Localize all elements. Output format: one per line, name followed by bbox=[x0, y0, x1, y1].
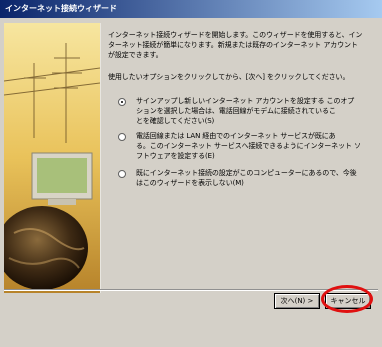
option-existing-service-radio[interactable] bbox=[118, 133, 126, 141]
option-already-configured-line-2[interactable]: はこのウィザードを表示しない(M) bbox=[136, 178, 244, 188]
cancel-highlight-ellipse bbox=[321, 285, 373, 313]
option-existing-service-line-3[interactable]: フトウェアを設定する(E) bbox=[136, 151, 215, 161]
option-signup-line-3[interactable]: とを確認してください(S) bbox=[136, 116, 214, 126]
option-existing-service-line-1[interactable]: 電話回線または LAN 経由でのインターネット サービスが既にあ bbox=[136, 131, 336, 141]
wizard-window: インターネット接続ウィザード インターネット接続ウィザードを開始します。このウィ… bbox=[0, 0, 382, 347]
option-already-configured-radio[interactable] bbox=[118, 170, 126, 178]
instruction-text: 使用したいオプションをクリックしてから、[次へ] をクリックしてください。 bbox=[108, 73, 350, 81]
title-bar[interactable]: インターネット接続ウィザード bbox=[0, 0, 382, 18]
intro-line-3: が設定できます。 bbox=[108, 51, 163, 59]
wizard-illustration bbox=[4, 23, 101, 293]
intro-line-1: インターネット接続ウィザードを開始します。このウィザードを使用すると、イン bbox=[108, 31, 363, 39]
intro-line-2: ターネット接続が簡単になります。新規または既存のインターネット アカウント bbox=[108, 41, 358, 49]
next-button[interactable]: 次へ(N) > bbox=[274, 293, 320, 309]
option-signup-line-1[interactable]: サインアップし新しいインターネット アカウントを設定する このオプ bbox=[136, 96, 354, 106]
button-separator bbox=[4, 289, 378, 291]
option-already-configured-line-1[interactable]: 既にインターネット接続の設定がこのコンピューターにあるので、今後 bbox=[136, 168, 357, 178]
window-title: インターネット接続ウィザード bbox=[5, 4, 117, 13]
computer-monitor-icon bbox=[31, 152, 93, 205]
option-signup-radio[interactable] bbox=[118, 98, 126, 106]
option-signup-line-2[interactable]: ションを選択した場合は、電話回線がモデムに接続されているこ bbox=[136, 106, 336, 116]
option-existing-service-line-2[interactable]: る。このインターネット サービスへ接続できるようにインターネット ソ bbox=[136, 141, 361, 151]
